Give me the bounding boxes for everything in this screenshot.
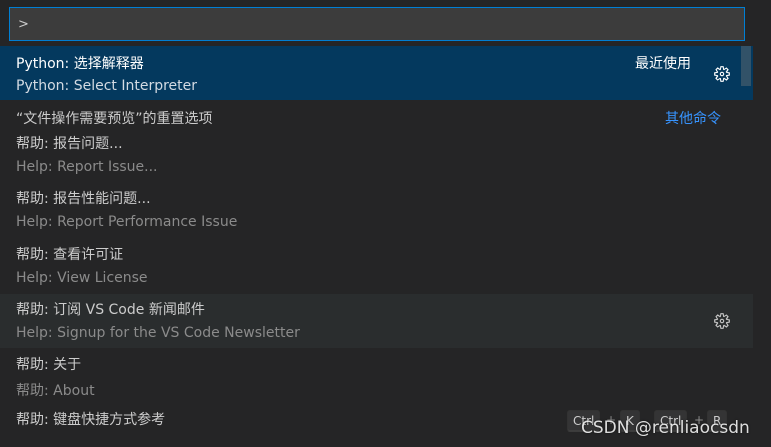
gear-icon[interactable] xyxy=(713,312,731,330)
recently-used-label: 最近使用 xyxy=(635,56,691,72)
command-item-reset-preview[interactable]: “文件操作需要预览”的重置选项 其他命令 xyxy=(0,102,753,128)
command-item-select-interpreter[interactable]: Python: 选择解释器 Python: Select Interpreter… xyxy=(0,46,753,100)
command-label: 帮助: 关于 xyxy=(16,357,82,373)
command-input[interactable] xyxy=(10,8,744,40)
command-label: 帮助: 报告问题... xyxy=(16,136,123,152)
command-detail: Python: Select Interpreter xyxy=(16,78,198,94)
command-item-newsletter[interactable]: 帮助: 订阅 VS Code 新闻邮件 Help: Signup for the… xyxy=(0,294,753,348)
list-scrollbar[interactable] xyxy=(740,46,753,447)
command-label: 帮助: 订阅 VS Code 新闻邮件 xyxy=(16,302,205,318)
command-label: Python: 选择解释器 xyxy=(16,56,144,72)
gear-icon[interactable] xyxy=(713,65,731,83)
command-item-view-license[interactable]: 帮助: 查看许可证 Help: View License xyxy=(0,239,753,293)
command-label: 帮助: 键盘快捷方式参考 xyxy=(16,412,166,428)
command-detail: 帮助: About xyxy=(16,383,95,399)
command-palette: Python: 选择解释器 Python: Select Interpreter… xyxy=(0,0,771,447)
command-detail: Help: Report Performance Issue xyxy=(16,214,238,230)
command-detail: Help: View License xyxy=(16,270,148,286)
command-label: “文件操作需要预览”的重置选项 xyxy=(16,111,213,127)
command-item-report-performance[interactable]: 帮助: 报告性能问题... Help: Report Performance I… xyxy=(0,183,753,237)
command-item-report-issue[interactable]: 帮助: 报告问题... Help: Report Issue... xyxy=(0,128,753,182)
command-label: 帮助: 查看许可证 xyxy=(16,247,124,263)
command-input-box[interactable] xyxy=(9,7,745,41)
command-list: Python: 选择解释器 Python: Select Interpreter… xyxy=(0,46,753,447)
watermark: CSDN @renliaocsdn xyxy=(581,418,750,438)
command-detail: Help: Report Issue... xyxy=(16,159,158,175)
scrollbar-thumb[interactable] xyxy=(741,46,751,86)
command-item-about[interactable]: 帮助: 关于 帮助: About xyxy=(0,349,753,403)
other-commands-label: 其他命令 xyxy=(665,111,721,127)
command-label: 帮助: 报告性能问题... xyxy=(16,191,151,207)
command-detail: Help: Signup for the VS Code Newsletter xyxy=(16,325,300,341)
